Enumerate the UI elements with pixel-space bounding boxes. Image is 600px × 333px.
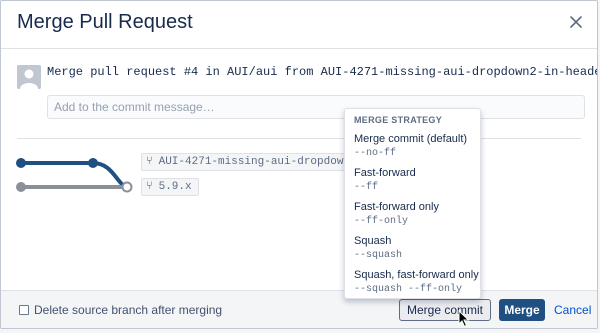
strategy-option-squash-ff-only[interactable]: Squash, fast-forward only --squash --ff-… [354,269,479,295]
avatar [17,65,41,89]
dialog-title: Merge Pull Request [17,11,193,33]
option-label: Fast-forward only [354,201,439,213]
divider [17,138,581,139]
commit-message-input[interactable]: Add to the commit message… [47,95,585,119]
option-label: Merge commit (default) [354,133,468,145]
dialog-header: Merge Pull Request [1,1,597,49]
strategy-option-fast-forward[interactable]: Fast-forward --ff [354,167,416,193]
merge-strategy-button[interactable]: Merge commit ▼ [399,299,491,328]
delete-branch-checkbox[interactable] [19,305,29,315]
option-flag: --squash --ff-only [354,284,463,295]
option-flag: --no-ff [354,148,397,159]
target-start-node [16,182,26,192]
source-branch-chip: ⑂ AUI-4271-missing-aui-dropdown2-i [141,153,377,171]
branch-graph [16,158,133,193]
target-branch-name: 5.9.x [158,181,192,193]
dialog-body: Merge pull request #4 in AUI/aui from AU… [1,49,597,293]
option-label: Fast-forward [354,167,416,179]
strategy-option-fast-forward-only[interactable]: Fast-forward only --ff-only [354,201,439,227]
option-flag: --ff-only [354,216,409,227]
branch-icon: ⑂ [146,181,153,193]
merge-strategy-dropdown: MERGE STRATEGY Merge commit (default) --… [344,108,481,299]
source-start-node [16,158,26,168]
branch-icon: ⑂ [146,156,153,168]
close-icon[interactable] [569,15,583,29]
cancel-link[interactable]: Cancel [554,303,591,317]
dialog-footer: Delete source branch after merging Merge… [1,290,597,328]
merge-curve [92,161,128,189]
strategy-option-squash[interactable]: Squash --squash [354,235,402,261]
strategy-option-merge-commit[interactable]: Merge commit (default) --no-ff [354,133,467,159]
merge-node [121,181,133,193]
delete-branch-label[interactable]: Delete source branch after merging [34,303,222,317]
source-branch-name: AUI-4271-missing-aui-dropdown2-i [158,156,370,168]
source-tip-node [88,158,98,168]
mouse-cursor-icon [458,309,470,333]
option-flag: --ff [354,182,379,193]
merge-strategy-label: Merge commit [406,303,483,317]
option-label: Squash, fast-forward only [354,269,479,281]
caret-down-icon: ▼ [443,327,451,328]
option-label: Squash [354,235,392,247]
dropdown-heading: MERGE STRATEGY [354,115,443,125]
target-branch-chip: ⑂ 5.9.x [141,178,199,196]
commit-message: Merge pull request #4 in AUI/aui from AU… [47,65,597,79]
option-flag: --squash [354,250,403,261]
merge-pull-request-dialog: Merge Pull Request Merge pull request #4… [0,0,598,329]
merge-button[interactable]: Merge [499,299,545,321]
